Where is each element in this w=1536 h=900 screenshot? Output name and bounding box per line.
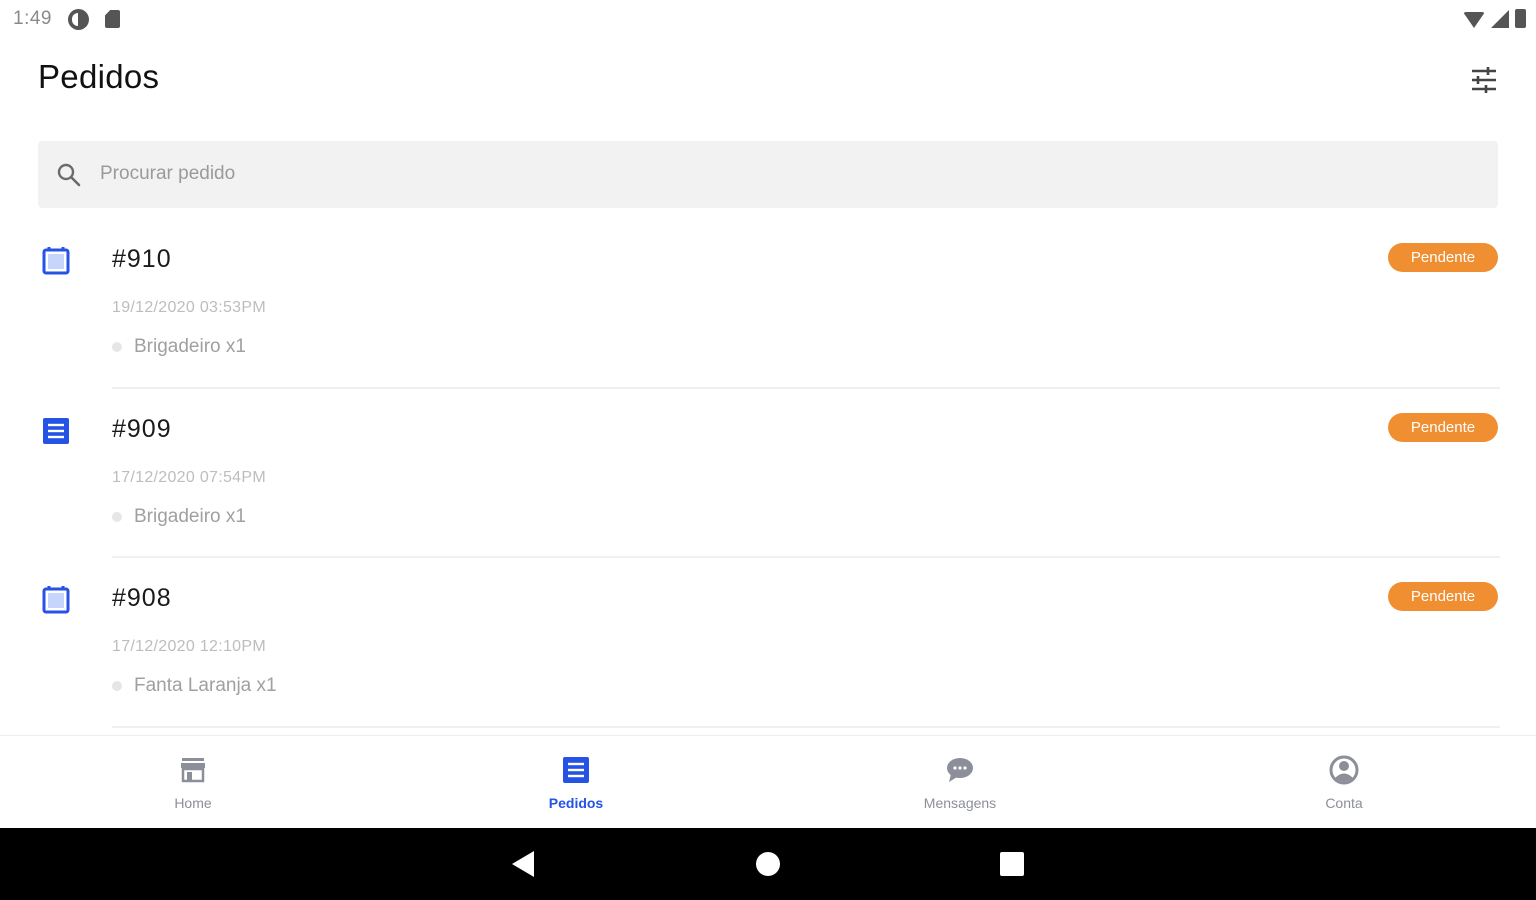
- order-item: Fanta Laranja x1: [112, 675, 277, 697]
- order-number: #908: [112, 584, 172, 612]
- status-badge: Pendente: [1388, 413, 1498, 442]
- home-icon[interactable]: [756, 852, 780, 876]
- tune-icon: [1472, 67, 1496, 93]
- nav-item-conta[interactable]: Conta: [1254, 736, 1434, 829]
- order-icon: [42, 586, 70, 614]
- chat-icon: [947, 758, 973, 782]
- order-item-label: Brigadeiro x1: [134, 336, 246, 357]
- back-icon[interactable]: [512, 851, 534, 877]
- sd-card-icon: [105, 10, 120, 28]
- status-bar: 1:49: [0, 0, 1536, 38]
- bullet-icon: [112, 512, 122, 522]
- nav-label: Pedidos: [548, 795, 604, 811]
- order-row[interactable]: #910 19/12/2020 03:53PM Brigadeiro x1 Pe…: [0, 232, 1536, 402]
- nav-item-mensagens[interactable]: Mensagens: [870, 736, 1050, 829]
- order-item-label: Fanta Laranja x1: [134, 675, 277, 696]
- order-item-label: Brigadeiro x1: [134, 506, 246, 527]
- order-row[interactable]: #908 17/12/2020 12:10PM Fanta Laranja x1…: [0, 571, 1536, 741]
- receipt-list-icon: [43, 418, 69, 444]
- order-number: #910: [112, 245, 172, 273]
- order-item: Brigadeiro x1: [112, 336, 246, 358]
- status-right-icons: [1463, 9, 1526, 28]
- signal-icon: [1491, 10, 1509, 28]
- order-icon: [42, 247, 70, 275]
- order-date: 17/12/2020 07:54PM: [112, 469, 266, 486]
- store-icon: [181, 758, 205, 783]
- status-badge: Pendente: [1388, 243, 1498, 272]
- order-row[interactable]: #909 17/12/2020 07:54PM Brigadeiro x1 Pe…: [0, 402, 1536, 572]
- search-input[interactable]: [100, 156, 1480, 192]
- list-icon: [563, 757, 589, 783]
- wifi-icon: [1463, 12, 1485, 28]
- nav-item-home[interactable]: Home: [103, 736, 283, 829]
- order-item: Brigadeiro x1: [112, 506, 246, 528]
- recents-icon[interactable]: [1000, 852, 1024, 876]
- order-number: #909: [112, 415, 172, 443]
- divider: [112, 387, 1500, 389]
- divider: [112, 726, 1500, 728]
- nav-label: Conta: [1325, 795, 1363, 811]
- divider: [112, 556, 1500, 558]
- status-time: 1:49: [13, 8, 52, 29]
- order-date: 19/12/2020 03:53PM: [112, 299, 266, 316]
- nav-label: Mensagens: [923, 795, 997, 811]
- search-icon: [57, 163, 81, 187]
- bottom-navigation: Home Pedidos Mensagens Conta: [0, 735, 1536, 828]
- battery-icon: [1515, 9, 1526, 28]
- data-saver-icon: [68, 9, 89, 30]
- account-icon: [1329, 755, 1359, 785]
- bullet-icon: [112, 342, 122, 352]
- order-date: 17/12/2020 12:10PM: [112, 638, 266, 655]
- status-badge: Pendente: [1388, 582, 1498, 611]
- nav-label: Home: [174, 795, 212, 811]
- bullet-icon: [112, 681, 122, 691]
- system-navigation-bar: [0, 828, 1536, 900]
- nav-item-pedidos[interactable]: Pedidos: [486, 736, 666, 829]
- filter-button[interactable]: [1464, 62, 1504, 98]
- page-title: Pedidos: [38, 58, 160, 95]
